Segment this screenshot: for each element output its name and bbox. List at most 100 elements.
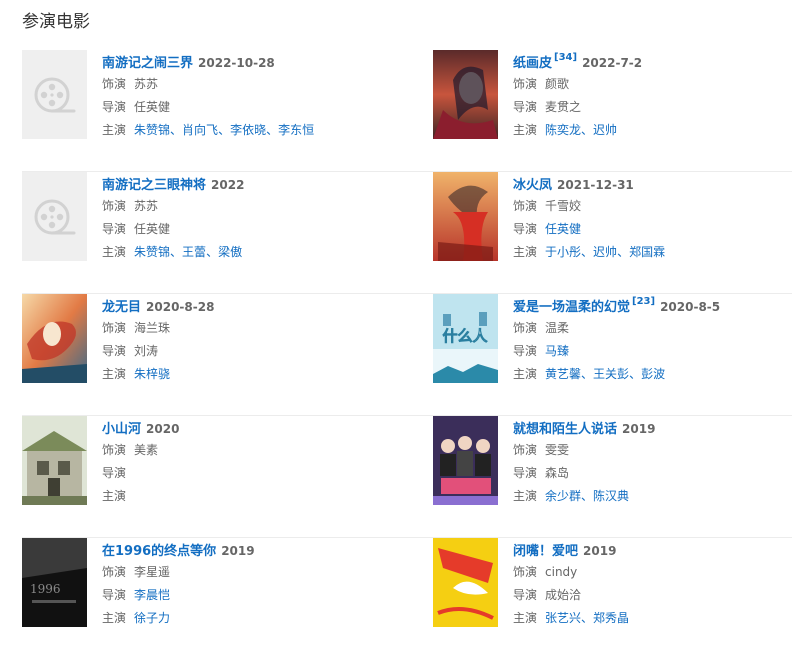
director-row-label: 导演	[513, 466, 538, 480]
movie-title-link[interactable]: 纸画皮	[513, 56, 552, 71]
cast-row-label: 主演	[513, 123, 538, 137]
cast-name[interactable]: 朱赞锦	[134, 245, 170, 259]
cast-name[interactable]: 梁傲	[218, 245, 242, 259]
release-date: 2022	[211, 178, 245, 192]
title-line: 南游记之三眼神将 2022	[102, 172, 392, 195]
director-row: 导演 刘涛	[102, 340, 392, 363]
cast-name[interactable]: 王关彭	[593, 367, 629, 381]
cast-name[interactable]: 朱梓骁	[134, 367, 170, 381]
movie-title-link[interactable]: 闭嘴！爱吧	[513, 544, 578, 559]
director-name: 森岛	[545, 466, 570, 480]
title-line: 龙无目 2020-8-28	[102, 294, 392, 317]
cast-name[interactable]: 陈汉典	[593, 489, 629, 503]
movie-row: 1996 在1996的终点等你 2019 饰演 李星遥 导演 李晨恺 主演 徐子力 闭嘴！爱吧 20…	[22, 538, 792, 659]
movie-title-link[interactable]: 在1996的终点等你	[102, 544, 216, 559]
role-row: 饰演 苏苏	[102, 195, 392, 218]
director-row-label: 导演	[102, 222, 127, 236]
movie-info: 闭嘴！爱吧 2019 饰演 cindy 导演 成始洽 主演 张艺兴、郑秀晶	[513, 538, 792, 630]
role-row-label: 饰演	[513, 199, 538, 213]
movie-info: 小山河 2020 饰演 美素 导演 主演	[102, 416, 392, 508]
cast-name[interactable]: 王蕾	[182, 245, 206, 259]
cast-name[interactable]: 张艺兴	[545, 611, 581, 625]
separator: 、	[581, 123, 594, 137]
movie-poster[interactable]	[22, 416, 87, 505]
cast-name[interactable]: 余少群	[545, 489, 581, 503]
cast-name[interactable]: 郑国霖	[629, 245, 665, 259]
movie-info: 爱是一场温柔的幻觉 [23] 2020-8-5 饰演 温柔 导演 马臻 主演 黄艺馨、王关彭、彭…	[513, 294, 792, 386]
film-reel-icon[interactable]	[22, 50, 87, 139]
svg-text:1996: 1996	[30, 582, 61, 596]
cast-name[interactable]: 郑秀晶	[593, 611, 629, 625]
film-reel-icon[interactable]	[22, 172, 87, 261]
cast-name[interactable]: 李东恒	[278, 123, 314, 137]
director-name[interactable]: 李晨恺	[134, 588, 170, 602]
role-row: 饰演 雯雯	[513, 439, 792, 462]
svg-text:什么人: 什么人	[442, 327, 488, 345]
cast-row-label: 主演	[102, 367, 127, 381]
movie-title-link[interactable]: 爱是一场温柔的幻觉	[513, 300, 630, 315]
citation-link[interactable]: [23]	[632, 296, 655, 307]
citation-link[interactable]: [34]	[554, 52, 577, 63]
cast-name[interactable]: 朱赞锦	[134, 123, 170, 137]
cast-row: 主演 陈奕龙、迟帅	[513, 119, 792, 142]
director-name: 任英健	[134, 222, 171, 236]
cast-row: 主演 黄艺馨、王关彭、彭波	[513, 363, 792, 386]
cast-name[interactable]: 徐子力	[134, 611, 170, 625]
movie-title-link[interactable]: 冰火凤	[513, 178, 552, 193]
cast-name[interactable]: 于小彤	[545, 245, 581, 259]
director-name: 刘涛	[134, 344, 159, 358]
movie-title-link[interactable]: 龙无目	[102, 300, 141, 315]
movie-row: 小山河 2020 饰演 美素 导演 主演 就想和陌生人说话 2019 饰演 雯雯 导演 森岛 主演 余少群…	[22, 416, 792, 538]
director-row-label: 导演	[102, 588, 127, 602]
section-title: 参演电影	[22, 12, 90, 32]
director-row: 导演 成始洽	[513, 584, 792, 607]
cast-name[interactable]: 迟帅	[593, 245, 617, 259]
director-row: 导演	[102, 462, 392, 485]
cast-row: 主演 于小彤、迟帅、郑国霖	[513, 241, 792, 264]
movie-poster[interactable]	[433, 416, 498, 505]
cast-name[interactable]: 肖向飞	[182, 123, 218, 137]
director-name: 成始洽	[545, 588, 582, 602]
role-name: 海兰珠	[134, 321, 171, 335]
cast-name[interactable]: 彭波	[641, 367, 665, 381]
director-name[interactable]: 任英健	[545, 222, 581, 236]
role-row-label: 饰演	[102, 443, 127, 457]
role-name: cindy	[545, 565, 578, 579]
movie-info: 南游记之三眼神将 2022 饰演 苏苏 导演 任英健 主演 朱赞锦、王蕾、梁傲	[102, 172, 392, 264]
role-row: 饰演 温柔	[513, 317, 792, 340]
movie-poster[interactable]: 什么人	[433, 294, 498, 383]
movie-title-link[interactable]: 小山河	[102, 422, 141, 437]
movie-info: 冰火凤 2021-12-31 饰演 千雪姣 导演 任英健 主演 于小彤、迟帅、郑国霖	[513, 172, 792, 264]
cast-name[interactable]: 陈奕龙	[545, 123, 581, 137]
release-date: 2019	[622, 422, 656, 436]
cast-name[interactable]: 李依晓	[230, 123, 266, 137]
movie-title-link[interactable]: 南游记之三眼神将	[102, 178, 206, 193]
director-row-label: 导演	[102, 344, 127, 358]
role-row: 饰演 海兰珠	[102, 317, 392, 340]
separator: 、	[629, 367, 642, 381]
movie-title-link[interactable]: 南游记之闹三界	[102, 56, 193, 71]
movie-poster[interactable]	[22, 294, 87, 383]
movie-poster[interactable]: 1996	[22, 538, 87, 627]
movie-card: 小山河 2020 饰演 美素 导演 主演	[22, 416, 392, 526]
movie-title-link[interactable]: 就想和陌生人说话	[513, 422, 617, 437]
role-name: 温柔	[545, 321, 570, 335]
release-date: 2019	[583, 544, 617, 558]
role-row-label: 饰演	[102, 565, 127, 579]
separator: 、	[581, 367, 594, 381]
movie-poster[interactable]	[433, 50, 498, 139]
movie-info: 就想和陌生人说话 2019 饰演 雯雯 导演 森岛 主演 余少群、陈汉典	[513, 416, 792, 508]
release-date: 2021-12-31	[557, 178, 634, 192]
cast-name[interactable]: 黄艺馨	[545, 367, 581, 381]
release-date: 2020-8-28	[146, 300, 215, 314]
title-line: 冰火凤 2021-12-31	[513, 172, 792, 195]
movie-poster[interactable]	[433, 538, 498, 627]
title-line: 小山河 2020	[102, 416, 392, 439]
movie-poster[interactable]	[433, 172, 498, 261]
title-line: 爱是一场温柔的幻觉 [23] 2020-8-5	[513, 294, 792, 317]
director-name[interactable]: 马臻	[545, 344, 569, 358]
cast-name[interactable]: 迟帅	[593, 123, 617, 137]
role-row-label: 饰演	[102, 77, 127, 91]
movie-grid: 南游记之闹三界 2022-10-28 饰演 苏苏 导演 任英健 主演 朱赞锦、肖向飞、李依晓、…	[22, 50, 792, 659]
role-row: 饰演 苏苏	[102, 73, 392, 96]
